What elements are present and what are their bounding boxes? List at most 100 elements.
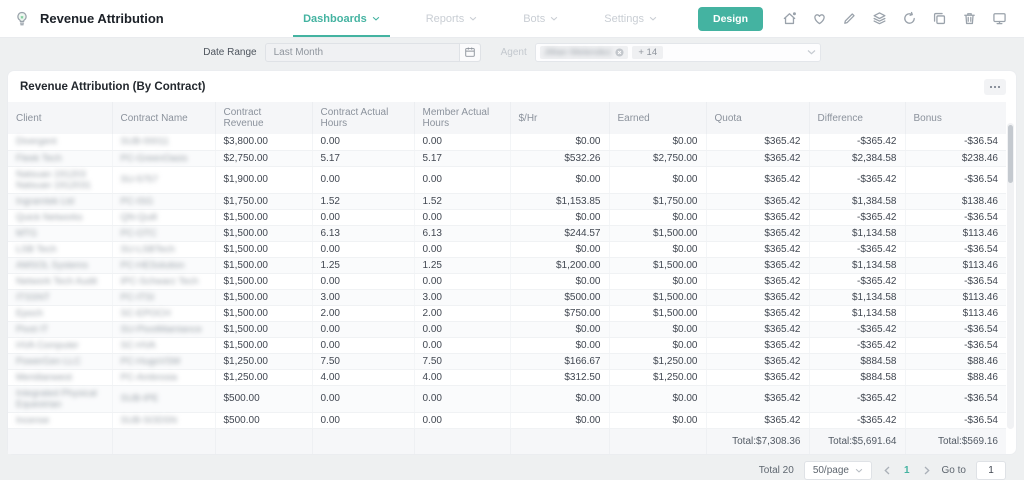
cell-member_hours-value: 0.00: [423, 415, 442, 426]
col-member-actual-hours: Member Actual Hours: [414, 102, 510, 134]
cell-per_hr-value: $244.57: [564, 228, 600, 239]
table-row: MeridianwestPC-Ambrosia$1,250.004.004.00…: [8, 369, 1006, 385]
cell-earned-value: $1,750.00: [653, 196, 698, 207]
cell-client-value: Ingramtek Ltd: [16, 196, 74, 207]
page-size-select[interactable]: 50/page: [804, 461, 872, 480]
cell-earned: $0.00: [609, 134, 706, 150]
cell-client: AMSOL Systems: [8, 257, 112, 273]
chevron-down-icon: [372, 16, 380, 21]
cell-member_hours: 0.00: [414, 273, 510, 289]
cell-contract-value: SUB-SODSN: [121, 415, 177, 426]
trash-icon[interactable]: [959, 8, 980, 29]
cell-client: PowerGen LLC: [8, 353, 112, 369]
cell-per_hr: $0.00: [510, 166, 609, 193]
chevron-down-icon: [469, 16, 477, 21]
cell-quota: $365.42: [706, 385, 809, 412]
remove-tag-icon[interactable]: [615, 48, 624, 57]
cell-difference: -$365.42: [809, 321, 905, 337]
duplicate-icon[interactable]: [929, 8, 950, 29]
cell-member_hours: 4.00: [414, 369, 510, 385]
col-earned: Earned: [609, 102, 706, 134]
cell-member_hours-value: 0.00: [423, 212, 442, 223]
date-range-value: Last Month: [266, 47, 459, 58]
vertical-scrollbar[interactable]: [1007, 123, 1014, 429]
cell-contract_hours-value: 2.00: [321, 308, 340, 319]
date-range-input[interactable]: Last Month: [265, 43, 481, 62]
table-zone: Client Contract Name Contract Revenue Co…: [8, 102, 1016, 454]
cell-per_hr-value: $0.00: [575, 174, 600, 185]
next-page-button[interactable]: [922, 464, 932, 477]
totals-row: Total:$7,308.36 Total:$5,691.64 Total:$5…: [8, 428, 1006, 454]
cell-member_hours-value: 7.50: [423, 356, 442, 367]
edit-pencil-icon[interactable]: [839, 8, 860, 29]
revenue-table: Client Contract Name Contract Revenue Co…: [8, 102, 1006, 454]
cell-client: Epoch: [8, 305, 112, 321]
cell-difference-value: -$365.42: [857, 244, 896, 255]
layers-icon[interactable]: [869, 8, 890, 29]
cell-per_hr: $750.00: [510, 305, 609, 321]
cell-difference-value: -$365.42: [857, 174, 896, 185]
cell-earned: $0.00: [609, 321, 706, 337]
nav-bots[interactable]: Bots: [513, 0, 568, 37]
cell-per_hr-value: $0.00: [575, 393, 600, 404]
cell-quota: $365.42: [706, 273, 809, 289]
cell-contract_hours-value: 7.50: [321, 356, 340, 367]
cell-contract: PC-OTC: [112, 225, 215, 241]
cell-difference: -$365.42: [809, 273, 905, 289]
more-menu-button[interactable]: [984, 79, 1006, 95]
cell-contract_hours: 0.00: [312, 385, 414, 412]
favorite-heart-icon[interactable]: [809, 8, 830, 29]
cell-contract-value: PC-ITSI: [121, 292, 155, 303]
nav-dashboards[interactable]: Dashboards: [293, 0, 390, 37]
cell-per_hr-value: $0.00: [575, 212, 600, 223]
cell-per_hr: $0.00: [510, 273, 609, 289]
cell-difference: $1,134.58: [809, 305, 905, 321]
cell-quota: $365.42: [706, 369, 809, 385]
cell-revenue: $1,750.00: [215, 193, 312, 209]
cell-member_hours: 6.13: [414, 225, 510, 241]
cell-bonus-value: -$36.54: [964, 324, 998, 335]
chevron-down-icon: [855, 468, 863, 473]
cell-client: Divergent: [8, 134, 112, 150]
cell-client-value: Epoch: [16, 308, 43, 319]
agent-more-tag[interactable]: + 14: [632, 46, 663, 59]
cell-revenue-value: $1,500.00: [224, 292, 269, 303]
nav-settings[interactable]: Settings: [594, 0, 667, 37]
cell-client: LSB Tech: [8, 241, 112, 257]
table-row: ITSSNTPC-ITSI$1,500.003.003.00$500.00$1,…: [8, 289, 1006, 305]
display-monitor-icon[interactable]: [989, 8, 1010, 29]
design-button[interactable]: Design: [698, 7, 763, 31]
prev-page-button[interactable]: [882, 464, 892, 477]
cell-revenue: $3,800.00: [215, 134, 312, 150]
home-icon[interactable]: [779, 8, 800, 29]
cell-contract-value: PC-ISG: [121, 196, 154, 207]
cell-per_hr: $0.00: [510, 385, 609, 412]
nav-reports[interactable]: Reports: [416, 0, 488, 37]
goto-page-input[interactable]: [976, 461, 1006, 480]
refresh-icon[interactable]: [899, 8, 920, 29]
current-page[interactable]: 1: [902, 465, 912, 476]
cell-revenue-value: $500.00: [224, 393, 260, 404]
cell-difference: $884.58: [809, 369, 905, 385]
cell-contract_hours-value: 0.00: [321, 136, 340, 147]
cell-revenue: $1,250.00: [215, 369, 312, 385]
cell-contract: SU-PivotMaintance: [112, 321, 215, 337]
agent-select[interactable]: Jillian Melendez + 14: [535, 43, 821, 62]
cell-contract_hours-value: 0.00: [321, 212, 340, 223]
cell-quota: $365.42: [706, 353, 809, 369]
cell-difference: -$365.42: [809, 337, 905, 353]
cell-bonus-value: $113.46: [963, 228, 998, 239]
cell-member_hours-value: 1.52: [423, 196, 442, 207]
cell-quota: $365.42: [706, 193, 809, 209]
calendar-icon[interactable]: [459, 44, 480, 61]
ellipsis-icon: [989, 85, 1001, 89]
cell-member_hours-value: 5.17: [423, 153, 442, 164]
cell-quota-value: $365.42: [764, 308, 800, 319]
scrollbar-thumb[interactable]: [1008, 125, 1013, 183]
chevron-right-icon: [924, 466, 930, 475]
cell-contract: QN-Quill: [112, 209, 215, 225]
cell-revenue-value: $500.00: [224, 415, 260, 426]
cell-difference-value: $1,384.58: [852, 196, 897, 207]
cell-contract_hours: 1.25: [312, 257, 414, 273]
cell-contract: SU-LSBTech: [112, 241, 215, 257]
